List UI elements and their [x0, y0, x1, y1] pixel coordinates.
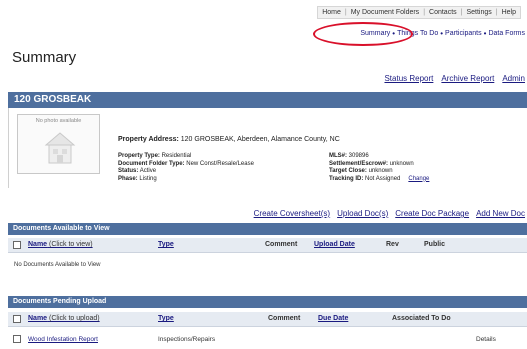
field-row: Status: Active — [118, 168, 254, 176]
bullet-icon: • — [392, 29, 396, 38]
bullet-icon: • — [483, 29, 487, 38]
subnav-participants[interactable]: Participants — [445, 30, 482, 37]
documents-available-columns: Name (Click to view) Type Comment Upload… — [8, 238, 527, 253]
column-public: Public — [424, 241, 446, 248]
select-all-checkbox[interactable] — [13, 241, 21, 249]
document-name-link[interactable]: Wood Infestation Report — [28, 336, 98, 343]
column-upload-date[interactable]: Upload Date — [314, 241, 355, 248]
field-label: Tracking ID: — [329, 175, 364, 182]
status-report-link[interactable]: Status Report — [384, 74, 433, 83]
nav-my-document-folders[interactable]: My Document Folders — [351, 9, 419, 16]
property-header: 120 GROSBEAK — [8, 92, 527, 108]
field-row: Settlement/Escrow#: unknown — [329, 161, 429, 169]
archive-report-link[interactable]: Archive Report — [441, 74, 494, 83]
report-links: Status Report Archive Report Admin — [384, 74, 525, 83]
property-fields-left: Property Type: Residential Document Fold… — [118, 153, 254, 183]
column-comment: Comment — [265, 241, 298, 248]
column-associated-to-do: Associated To Do — [392, 315, 451, 322]
field-row: Document Folder Type: New Const/Resale/L… — [118, 161, 254, 169]
documents-pending-columns: Name (Click to upload) Type Comment Due … — [8, 312, 527, 327]
field-value: Listing — [139, 175, 157, 182]
select-all-checkbox[interactable] — [13, 315, 21, 323]
field-row: Phase: Listing — [118, 176, 254, 184]
nav-settings[interactable]: Settings — [466, 9, 491, 16]
subnav-data-forms[interactable]: Data Forms — [488, 30, 525, 37]
nav-contacts[interactable]: Contacts — [429, 9, 457, 16]
column-hint: (Click to upload) — [49, 315, 100, 322]
top-nav: Home | My Document Folders | Contacts | … — [317, 6, 521, 19]
field-label: Document Folder Type: — [118, 160, 185, 167]
separator: | — [460, 9, 463, 16]
page-title: Summary — [12, 49, 77, 66]
column-due-date[interactable]: Due Date — [318, 315, 348, 322]
field-label: Settlement/Escrow#: — [329, 160, 389, 167]
nav-help[interactable]: Help — [502, 9, 516, 16]
subnav-things-to-do[interactable]: Things To Do — [397, 30, 438, 37]
column-name-label: Name — [28, 241, 48, 248]
field-value: New Const/Resale/Lease — [186, 160, 254, 167]
column-type[interactable]: Type — [158, 241, 174, 248]
create-doc-package-link[interactable]: Create Doc Package — [395, 209, 469, 218]
address-label: Property Address: — [118, 136, 179, 143]
add-new-doc-link[interactable]: Add New Doc — [476, 209, 525, 218]
house-placeholder-icon — [44, 132, 76, 164]
field-row: Property Type: Residential — [118, 153, 254, 161]
column-name[interactable]: Name (Click to view) — [28, 241, 93, 248]
upload-docs-link[interactable]: Upload Doc(s) — [337, 209, 388, 218]
property-fields-right: MLS#: 309896 Settlement/Escrow#: unknown… — [329, 153, 429, 183]
nav-home[interactable]: Home — [322, 9, 341, 16]
field-label: Target Close: — [329, 168, 367, 174]
documents-available-header: Documents Available to View — [8, 223, 527, 235]
field-row: MLS#: 309896 — [329, 153, 429, 161]
create-coversheet-link[interactable]: Create Coversheet(s) — [254, 209, 330, 218]
separator: | — [344, 9, 347, 16]
separator: | — [423, 9, 426, 16]
document-actions: Create Coversheet(s) Upload Doc(s) Creat… — [254, 209, 525, 218]
field-label: Status: — [118, 168, 139, 174]
admin-link[interactable]: Admin — [502, 74, 525, 83]
change-tracking-id-link[interactable]: Change — [408, 176, 429, 182]
property-panel: No photo available Property Address: 120… — [8, 108, 527, 188]
document-type: Inspections/Repairs — [158, 336, 216, 343]
property-address: Property Address: 120 GROSBEAK, Aberdeen… — [118, 136, 340, 143]
field-value: unknown — [368, 168, 393, 174]
field-label: MLS#: — [329, 153, 347, 159]
field-row: Target Close: unknown — [329, 168, 429, 176]
field-value: Not Assigned — [365, 175, 401, 182]
subnav-summary[interactable]: Summary — [360, 30, 390, 37]
column-name-label: Name — [28, 315, 48, 322]
field-label: Property Type: — [118, 153, 160, 159]
address-value: 120 GROSBEAK, Aberdeen, Alamance County,… — [180, 136, 340, 143]
field-value: 309896 — [348, 153, 369, 159]
table-row: Wood Infestation Report Inspections/Repa… — [8, 332, 527, 346]
column-comment: Comment — [268, 315, 301, 322]
empty-state-text: No Documents Available to View — [14, 262, 101, 268]
column-type[interactable]: Type — [158, 315, 174, 322]
field-value: Active — [139, 168, 157, 174]
field-value: unknown — [389, 160, 414, 167]
column-hint: (Click to view) — [49, 241, 93, 248]
column-name[interactable]: Name (Click to upload) — [28, 315, 100, 322]
bullet-icon: • — [440, 29, 444, 38]
sub-nav: Summary • Things To Do • Participants • … — [360, 29, 525, 38]
no-photo-label: No photo available — [35, 118, 82, 124]
row-checkbox[interactable] — [13, 335, 21, 343]
field-value: Residential — [161, 153, 192, 159]
column-rev: Rev — [386, 241, 399, 248]
field-row: Tracking ID: Not Assigned Change — [329, 176, 429, 184]
documents-pending-header: Documents Pending Upload — [8, 296, 527, 308]
separator: | — [495, 9, 498, 16]
property-photo: No photo available — [17, 114, 100, 174]
details-link[interactable]: Details — [476, 336, 496, 343]
field-label: Phase: — [118, 175, 138, 182]
